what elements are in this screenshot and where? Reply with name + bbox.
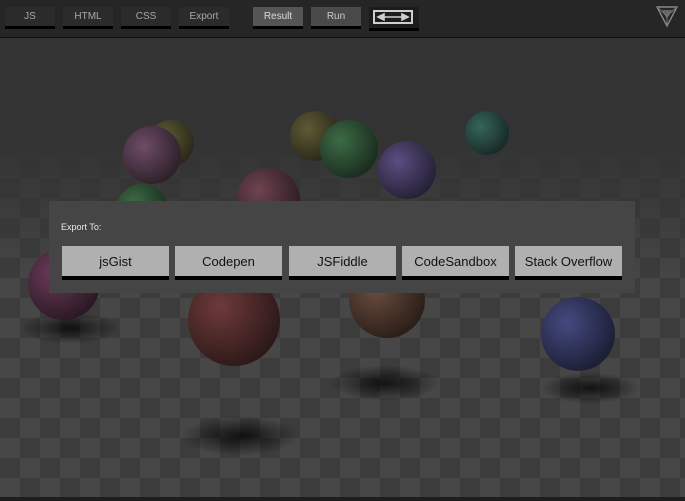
- css-tab-button[interactable]: CSS: [121, 7, 171, 29]
- toolbar: JS HTML CSS Export Result Run: [0, 0, 685, 38]
- app-root: JS HTML CSS Export Result Run Export To:…: [0, 0, 685, 501]
- result-tab-button[interactable]: Result: [253, 7, 303, 29]
- export-codesandbox-button[interactable]: CodeSandbox: [402, 246, 509, 280]
- fullscreen-toggle-icon: [373, 10, 413, 24]
- export-jsgist-button[interactable]: jsGist: [62, 246, 169, 280]
- bottom-border: [0, 497, 685, 501]
- export-stackoverflow-button[interactable]: Stack Overflow: [515, 246, 622, 280]
- run-button[interactable]: Run: [311, 7, 361, 29]
- triangle-logo-icon: [655, 4, 679, 28]
- export-codepen-button[interactable]: Codepen: [175, 246, 282, 280]
- export-dialog-title: Export To:: [61, 222, 102, 232]
- html-tab-button[interactable]: HTML: [63, 7, 113, 29]
- export-dialog: Export To: jsGist Codepen JSFiddle CodeS…: [49, 201, 635, 293]
- fullscreen-toggle-button[interactable]: [369, 7, 419, 31]
- js-tab-button[interactable]: JS: [5, 7, 55, 29]
- export-jsfiddle-button[interactable]: JSFiddle: [289, 246, 396, 280]
- export-tab-button[interactable]: Export: [179, 7, 229, 29]
